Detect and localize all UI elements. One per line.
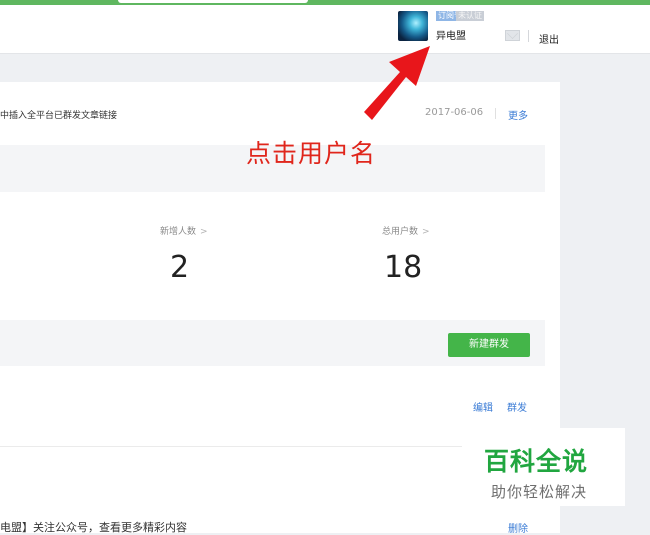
arrow-shape [364, 46, 430, 120]
annotation-arrow-icon [364, 46, 430, 120]
